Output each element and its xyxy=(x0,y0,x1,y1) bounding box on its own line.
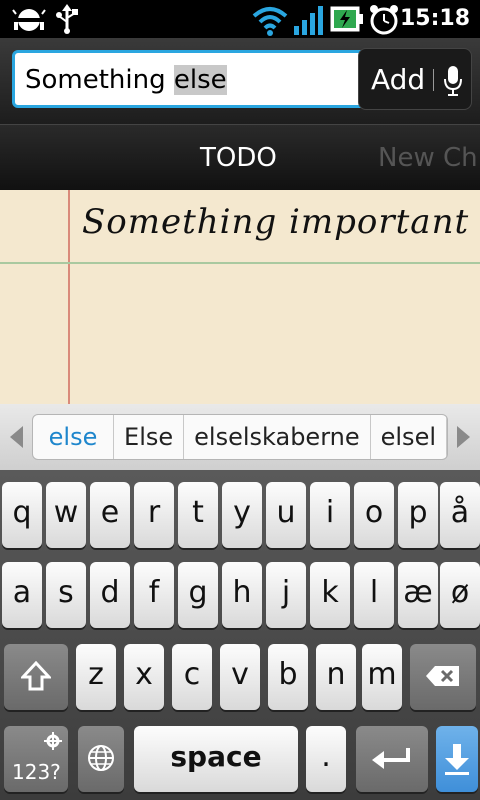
key-w[interactable]: w xyxy=(46,482,86,548)
key-z[interactable]: z xyxy=(76,644,116,710)
list-tabs: TODO New Ch xyxy=(0,124,480,190)
status-bar: 15:18 xyxy=(0,0,480,38)
add-task-bar: Something else Add xyxy=(0,38,480,124)
todo-list: Something important xyxy=(0,190,480,404)
key-k[interactable]: k xyxy=(310,562,350,628)
enter-key[interactable] xyxy=(356,726,428,792)
key-h[interactable]: h xyxy=(222,562,262,628)
input-text: Something xyxy=(25,65,174,95)
backspace-key[interactable] xyxy=(410,644,476,710)
enter-icon xyxy=(372,748,410,769)
key-ae[interactable]: æ xyxy=(398,562,438,628)
key-c[interactable]: c xyxy=(172,644,212,710)
suggestion-item[interactable]: elsel xyxy=(371,415,447,459)
suggestion-strip: else Else elselskaberne elsel xyxy=(32,414,448,460)
language-key[interactable] xyxy=(78,726,124,792)
signal-icon xyxy=(294,6,323,35)
symbols-key-label: 123? xyxy=(12,760,61,784)
wifi-icon xyxy=(252,7,288,36)
suggestion-item[interactable]: Else xyxy=(114,415,185,459)
hide-keyboard-key[interactable] xyxy=(436,726,478,792)
add-button[interactable]: Add xyxy=(358,48,472,110)
microphone-icon[interactable] xyxy=(443,65,463,97)
suggestion-item[interactable]: else xyxy=(33,415,115,459)
key-i[interactable]: i xyxy=(310,482,350,548)
key-f[interactable]: f xyxy=(134,562,174,628)
arrow-down-icon xyxy=(445,744,469,775)
key-m[interactable]: m xyxy=(362,644,402,710)
input-selected-text: else xyxy=(173,65,227,95)
add-button-label: Add xyxy=(371,63,426,96)
key-aring[interactable]: å xyxy=(440,482,480,548)
key-q[interactable]: q xyxy=(2,482,42,548)
key-oslash[interactable]: ø xyxy=(440,562,480,628)
key-y[interactable]: y xyxy=(222,482,262,548)
globe-icon xyxy=(88,745,114,771)
clock: 15:18 xyxy=(399,6,470,31)
alarm-icon xyxy=(370,5,398,35)
add-button-divider xyxy=(433,69,434,91)
key-n[interactable]: n xyxy=(316,644,356,710)
paper-margin-line xyxy=(68,190,70,404)
key-e[interactable]: e xyxy=(90,482,130,548)
key-j[interactable]: j xyxy=(266,562,306,628)
key-x[interactable]: x xyxy=(124,644,164,710)
scroll-right-icon[interactable] xyxy=(457,426,470,448)
suggestion-item[interactable]: elselskaberne xyxy=(184,415,371,459)
tab-todo[interactable]: TODO xyxy=(200,143,277,173)
shift-key[interactable] xyxy=(4,644,68,710)
key-a[interactable]: a xyxy=(2,562,42,628)
usb-icon xyxy=(56,4,78,34)
key-u[interactable]: u xyxy=(266,482,306,548)
key-o[interactable]: o xyxy=(354,482,394,548)
key-t[interactable]: t xyxy=(178,482,218,548)
tab-new-ch[interactable]: New Ch xyxy=(378,143,478,173)
key-g[interactable]: g xyxy=(178,562,218,628)
key-b[interactable]: b xyxy=(268,644,308,710)
backspace-icon xyxy=(426,666,459,686)
shift-icon xyxy=(19,660,53,691)
suggestion-bar: else Else elselskaberne elsel xyxy=(0,404,480,470)
scroll-left-icon[interactable] xyxy=(10,426,23,448)
settings-gear-icon xyxy=(44,732,62,750)
space-key[interactable]: space xyxy=(134,726,298,792)
key-l[interactable]: l xyxy=(354,562,394,628)
key-p[interactable]: p xyxy=(398,482,438,548)
key-v[interactable]: v xyxy=(220,644,260,710)
paper-rule-line xyxy=(0,262,480,264)
period-key[interactable]: . xyxy=(306,726,346,792)
key-s[interactable]: s xyxy=(46,562,86,628)
android-debug-icon xyxy=(12,9,46,31)
task-input[interactable]: Something else xyxy=(12,50,368,108)
key-r[interactable]: r xyxy=(134,482,174,548)
key-d[interactable]: d xyxy=(90,562,130,628)
soft-keyboard: q w e r t y u i o p å a s d f g h j k l … xyxy=(0,470,480,800)
symbols-key[interactable]: 123? xyxy=(4,726,68,792)
list-item[interactable]: Something important xyxy=(82,202,469,242)
battery-charging-icon xyxy=(330,6,363,32)
